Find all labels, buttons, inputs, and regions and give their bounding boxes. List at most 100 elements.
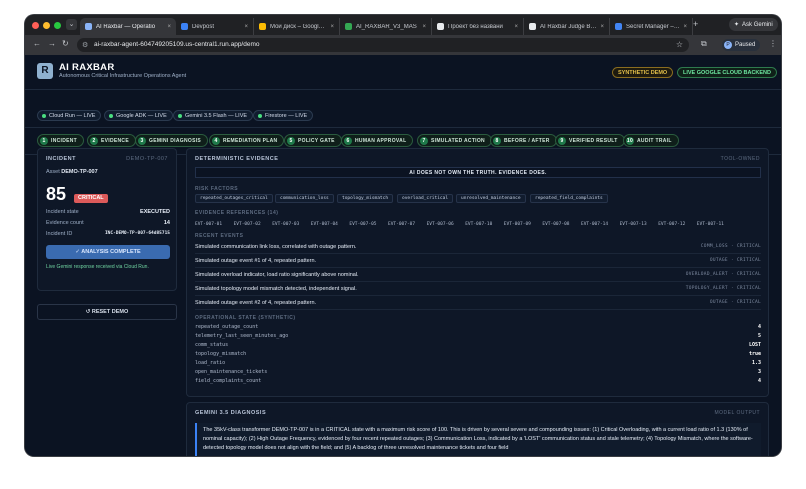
tab-close-icon[interactable]: × bbox=[683, 24, 687, 30]
incident-state-value: EXECUTED bbox=[140, 209, 170, 215]
evidence-ref: EVT-007-02 bbox=[233, 222, 261, 227]
navigation-bar: ← → ↻ ⚙ ai-raxbar-agent-604749205109.us-… bbox=[25, 35, 781, 55]
tab-favicon-icon bbox=[259, 23, 266, 30]
tab-close-icon[interactable]: × bbox=[244, 24, 248, 30]
event-row: Simulated topology model mismatch detect… bbox=[195, 283, 761, 296]
service-status-pill: Firestore — LIVE bbox=[253, 110, 314, 121]
evidence-ref: EVT-007-13 bbox=[619, 222, 647, 227]
tab-favicon-icon bbox=[437, 23, 444, 30]
browser-tab[interactable]: Мой диск – Google Ди × bbox=[254, 18, 340, 35]
pipeline-step[interactable]: 3 GEMINI DIAGNOSIS bbox=[135, 134, 209, 147]
app-title: AI RAXBAR bbox=[59, 62, 115, 73]
step-label: REMEDIATION PLAN bbox=[223, 137, 278, 144]
evidence-ref: EVT-007-12 bbox=[658, 222, 686, 227]
back-arrow-icon[interactable]: ← bbox=[33, 39, 41, 48]
step-label: VERIFIED RESULT bbox=[569, 137, 618, 144]
step-label: BEFORE / AFTER bbox=[504, 137, 550, 144]
ask-gemini-label: Ask Gemini bbox=[742, 21, 773, 28]
bookmark-star-icon[interactable]: ☆ bbox=[676, 40, 683, 49]
step-number: 9 bbox=[558, 136, 566, 145]
extensions-icon[interactable]: ⧉ bbox=[701, 39, 707, 49]
event-tag: TOPOLOGY_ALERT · CRITICAL bbox=[686, 286, 761, 291]
tab-close-icon[interactable]: × bbox=[330, 24, 334, 30]
pipeline-step[interactable]: 5 POLICY GATE bbox=[284, 134, 342, 147]
browser-tab[interactable]: AI Raxbar Judge Brief × bbox=[524, 18, 610, 35]
step-label: POLICY GATE bbox=[298, 137, 335, 144]
state-value: 4 bbox=[757, 378, 761, 384]
event-description: Simulated outage event #1 of 4, repeated… bbox=[195, 258, 317, 264]
pipeline-step[interactable]: 6 HUMAN APPROVAL bbox=[341, 134, 414, 147]
maximize-window-button[interactable] bbox=[54, 22, 61, 29]
tab-close-icon[interactable]: × bbox=[167, 24, 171, 30]
pipeline-step[interactable]: 2 EVIDENCE bbox=[87, 134, 136, 147]
app-logo: R bbox=[37, 63, 53, 79]
state-key: repeated_outage_count bbox=[195, 324, 259, 330]
pipeline-step[interactable]: 9 VERIFIED RESULT bbox=[555, 134, 625, 147]
tab-close-icon[interactable]: × bbox=[514, 24, 518, 30]
reload-icon[interactable]: ↻ bbox=[62, 39, 69, 48]
event-severity: CRITICAL bbox=[736, 286, 761, 291]
event-row: Simulated outage event #1 of 4, repeated… bbox=[195, 255, 761, 268]
step-number: 3 bbox=[138, 136, 146, 145]
window-controls bbox=[32, 22, 61, 29]
pipeline-step[interactable]: 10 AUDIT TRAIL bbox=[623, 134, 679, 147]
avatar: P bbox=[724, 41, 732, 49]
event-type: OUTAGE bbox=[709, 258, 728, 263]
event-severity: CRITICAL bbox=[736, 300, 761, 305]
gemini-icon: ✦ bbox=[734, 22, 740, 28]
address-bar[interactable]: ⚙ ai-raxbar-agent-604749205109.us-centra… bbox=[77, 38, 689, 52]
url-text: ai-raxbar-agent-604749205109.us-central1… bbox=[94, 41, 260, 48]
severity-badge: CRITICAL bbox=[74, 194, 108, 203]
browser-tab[interactable]: Secret Manager – Sec × bbox=[610, 18, 693, 35]
browser-tab[interactable]: Проект без названи × bbox=[432, 18, 524, 35]
step-number: 4 bbox=[212, 136, 220, 145]
forward-arrow-icon[interactable]: → bbox=[48, 39, 56, 48]
tab-close-icon[interactable]: × bbox=[600, 24, 604, 30]
incident-state-label: Incident state bbox=[46, 209, 79, 215]
evidence-count-label: Evidence count bbox=[46, 220, 84, 226]
tab-title: Проект без названи bbox=[448, 23, 503, 30]
event-type: OVERLOAD_ALERT bbox=[685, 272, 728, 277]
pipeline-step[interactable]: 8 BEFORE / AFTER bbox=[490, 134, 557, 147]
tab-favicon-icon bbox=[85, 23, 92, 30]
pipeline-step[interactable]: 7 SIMULATED ACTION bbox=[417, 134, 492, 147]
service-label: Google ADK — LIVE bbox=[116, 112, 167, 119]
browser-tab[interactable]: AI_RAXBAR_V3_MAS × bbox=[340, 18, 432, 35]
incident-id-row: Incident ID INC-DEMO-TP-007-64d85715 bbox=[46, 231, 170, 237]
evidence-owner: TOOL-OWNED bbox=[720, 156, 760, 162]
evidence-banner: AI DOES NOT OWN THE TRUTH. EVIDENCE DOES… bbox=[195, 167, 761, 178]
incident-id-value: INC-DEMO-TP-007-64d85715 bbox=[104, 231, 170, 236]
recent-events-label: RECENT EVENTS bbox=[195, 233, 244, 239]
event-tag: OVERLOAD_ALERT · CRITICAL bbox=[686, 272, 761, 277]
new-tab-button[interactable]: + bbox=[693, 19, 698, 29]
close-window-button[interactable] bbox=[32, 22, 39, 29]
state-key: telemetry_last_seen_minutes_ago bbox=[195, 333, 289, 339]
site-info-icon[interactable]: ⚙ bbox=[82, 41, 88, 49]
reset-demo-button[interactable]: ↺ RESET DEMO bbox=[37, 304, 177, 320]
event-type: OUTAGE bbox=[709, 300, 728, 305]
tag-separator: · bbox=[727, 258, 737, 263]
operational-state-label: OPERATIONAL STATE (SYNTHETIC) bbox=[195, 315, 296, 321]
evidence-ref: EVT-007-11 bbox=[696, 222, 724, 227]
analysis-complete-button[interactable]: ✓ ANALYSIS COMPLETE bbox=[46, 245, 170, 259]
evidence-ref: EVT-007-07 bbox=[388, 222, 416, 227]
pipeline-step[interactable]: 1 INCIDENT bbox=[37, 134, 85, 147]
pipeline-step[interactable]: 4 REMEDIATION PLAN bbox=[209, 134, 285, 147]
menu-kebab-icon[interactable]: ⋮ bbox=[769, 39, 777, 48]
evidence-count-row: Evidence count 14 bbox=[46, 220, 170, 226]
tab-search-button[interactable]: ⌄ bbox=[66, 19, 77, 30]
browser-tab[interactable]: Devpost × bbox=[176, 18, 254, 35]
app-subtitle: Autonomous Critical Infrastructure Opera… bbox=[59, 73, 187, 79]
browser-tab[interactable]: AI Raxbar — Operatio × bbox=[80, 18, 176, 35]
tab-close-icon[interactable]: × bbox=[422, 24, 426, 30]
event-severity: CRITICAL bbox=[736, 244, 761, 249]
state-row: comm_status LOST bbox=[195, 342, 761, 351]
incident-id-label: Incident ID bbox=[46, 231, 73, 237]
evidence-title: DETERMINISTIC EVIDENCE bbox=[195, 156, 279, 162]
minimize-window-button[interactable] bbox=[43, 22, 50, 29]
profile-button[interactable]: P Paused bbox=[722, 39, 761, 51]
tab-title: AI_RAXBAR_V3_MAS bbox=[356, 23, 417, 30]
incident-label: INCIDENT bbox=[46, 156, 76, 162]
tab-title: AI Raxbar Judge Brief bbox=[540, 23, 598, 30]
ask-gemini-button[interactable]: ✦ Ask Gemini bbox=[729, 18, 778, 31]
